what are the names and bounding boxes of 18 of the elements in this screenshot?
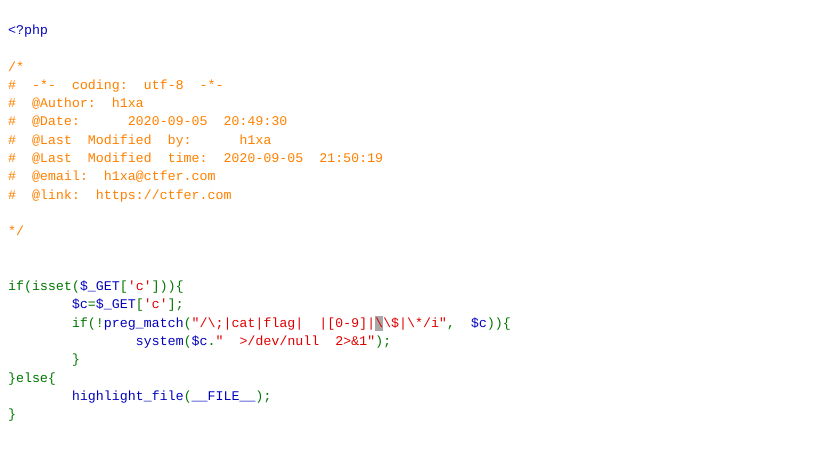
code-line: $c=$_GET['c']; — [70, 296, 184, 314]
code-line: # @Author: h1xa — [8, 95, 144, 114]
code-line: highlight_file(__FILE__); — [70, 388, 272, 406]
code-line: # @Last Modified time: 2020-09-05 21:50:19 — [8, 150, 384, 168]
code-line: # @Last Modified by: h1xa — [8, 132, 272, 150]
code-line: if(!preg_match("/\;|cat|flag| |[0-9]|\\$|\*/i", $c)){ — [70, 314, 511, 333]
code-line: */ — [8, 223, 24, 242]
code-line: # @link: https://ctfer.com — [8, 186, 232, 205]
code-line: } — [8, 406, 16, 424]
code-line: /* — [8, 58, 24, 77]
code-line: system($c." >/dev/null 2>&1"); — [134, 333, 392, 352]
code-line: # @email: h1xa@ctfer.com — [8, 168, 216, 186]
code-line: # @Date: 2020-09-05 20:49:30 — [8, 113, 288, 132]
code-line: # -*- coding: utf-8 -*- — [8, 76, 224, 95]
code-line: if(isset($_GET['c'])){ — [8, 278, 184, 296]
code-line: } — [70, 351, 80, 370]
code-line: }else{ — [8, 370, 56, 388]
code-line: <?php — [8, 22, 48, 40]
